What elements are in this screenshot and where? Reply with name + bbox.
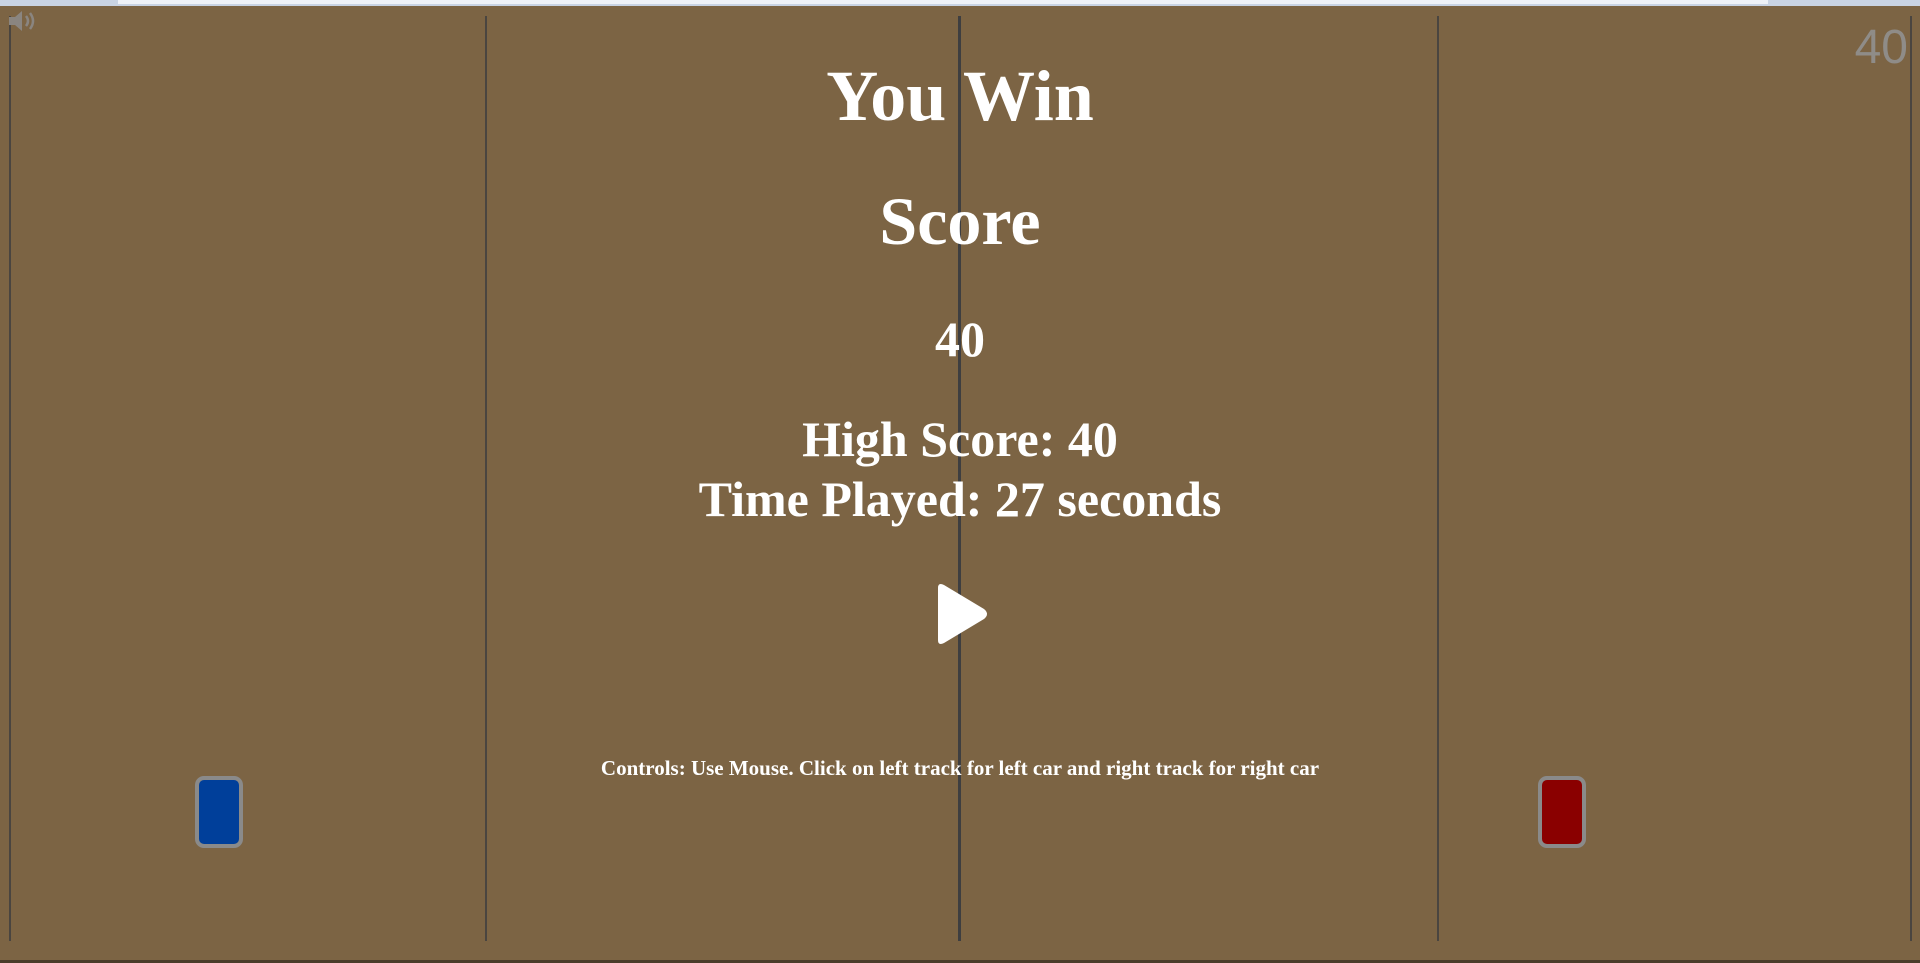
controls-text: Controls: Use Mouse. Click on left track… [600,756,1320,780]
top-bar-highlight [118,0,1768,4]
speaker-icon[interactable] [6,8,40,34]
blue-car [195,776,243,848]
play-icon[interactable] [930,582,990,646]
score-label: Score [879,183,1041,259]
result-title: You Win [826,56,1094,136]
score-value: 40 [935,311,985,367]
high-score: High Score: 40 [802,411,1118,467]
red-car [1538,776,1586,848]
time-played: Time Played: 27 seconds [698,471,1222,527]
